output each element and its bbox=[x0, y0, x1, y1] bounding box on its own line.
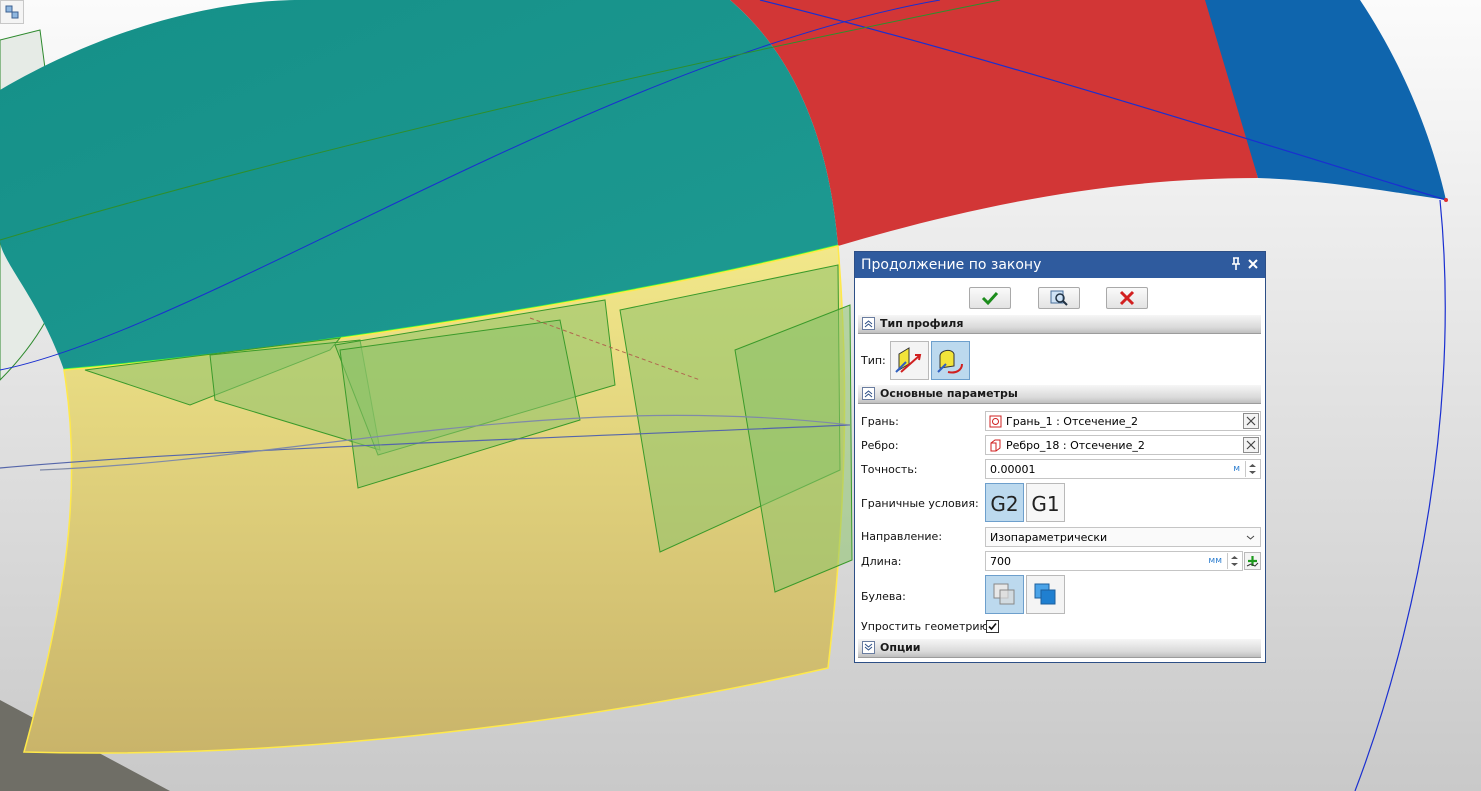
boundary-label: Граничные условия: bbox=[861, 497, 979, 510]
section-label: Тип профиля bbox=[880, 317, 964, 330]
cancel-button[interactable] bbox=[1106, 287, 1148, 309]
length-label: Длина: bbox=[861, 555, 902, 568]
boolean-label: Булева: bbox=[861, 590, 906, 603]
chevron-down-icon bbox=[1246, 535, 1255, 540]
spinner-arrows-icon bbox=[1249, 464, 1256, 474]
direction-value: Изопараметрически bbox=[990, 531, 1108, 544]
g1-button[interactable]: G1 bbox=[1026, 483, 1065, 522]
edge-label: Ребро: bbox=[861, 439, 899, 452]
ok-button[interactable] bbox=[969, 287, 1011, 309]
length-input[interactable]: 700 мм bbox=[985, 551, 1243, 571]
boolean-union-icon bbox=[1034, 583, 1056, 605]
face-label: Грань: bbox=[861, 415, 899, 428]
edge-field[interactable]: Ребро_18 : Отсечение_2 bbox=[985, 435, 1261, 455]
checkmark-icon bbox=[981, 291, 999, 306]
panel-title: Продолжение по закону bbox=[861, 257, 1042, 273]
spinner-arrows-icon bbox=[1231, 556, 1238, 566]
law-extension-panel: Продолжение по закону Тип профиля Тип: О… bbox=[854, 251, 1266, 663]
clear-icon bbox=[1246, 416, 1256, 426]
chevron-down-icon bbox=[862, 641, 875, 654]
checkmark-icon bbox=[988, 622, 997, 631]
length-spinner[interactable] bbox=[1227, 553, 1241, 569]
cube-icon bbox=[5, 5, 19, 19]
add-law-button[interactable] bbox=[1244, 552, 1261, 570]
profile-type-linear-button[interactable] bbox=[890, 341, 929, 380]
section-main-params[interactable]: Основные параметры bbox=[858, 385, 1261, 404]
plus-graph-icon bbox=[1246, 556, 1259, 567]
close-icon[interactable] bbox=[1246, 256, 1260, 272]
preview-button[interactable] bbox=[1038, 287, 1080, 309]
clear-edge-button[interactable] bbox=[1243, 437, 1259, 453]
section-label: Опции bbox=[880, 641, 921, 654]
precision-unit: м bbox=[1233, 464, 1240, 474]
precision-input[interactable]: 0.00001 м bbox=[985, 459, 1261, 479]
chevron-up-icon bbox=[862, 387, 875, 400]
profile-type-curved-button[interactable] bbox=[931, 341, 970, 380]
face-value: Грань_1 : Отсечение_2 bbox=[1006, 415, 1139, 428]
panel-titlebar[interactable]: Продолжение по закону bbox=[855, 252, 1265, 278]
face-icon bbox=[989, 415, 1002, 428]
direction-label: Направление: bbox=[861, 530, 943, 543]
precision-label: Точность: bbox=[861, 463, 918, 476]
section-options[interactable]: Опции bbox=[858, 639, 1261, 658]
cross-icon bbox=[1119, 290, 1135, 306]
clear-icon bbox=[1246, 440, 1256, 450]
simplify-label: Упростить геометрию: bbox=[861, 620, 993, 633]
section-label: Основные параметры bbox=[880, 387, 1018, 400]
direction-select[interactable]: Изопараметрически bbox=[985, 527, 1261, 547]
curved-profile-icon bbox=[937, 349, 963, 374]
boolean-union-button[interactable] bbox=[1026, 575, 1065, 614]
edge-icon bbox=[990, 439, 1001, 452]
simplify-checkbox[interactable] bbox=[986, 620, 999, 633]
length-value: 700 bbox=[990, 555, 1011, 568]
linear-profile-icon bbox=[895, 347, 922, 373]
chevron-up-icon bbox=[862, 317, 875, 330]
view-orientation-button[interactable] bbox=[0, 0, 24, 24]
precision-spinner[interactable] bbox=[1245, 461, 1259, 477]
edge-value: Ребро_18 : Отсечение_2 bbox=[1006, 439, 1145, 452]
section-profile-type[interactable]: Тип профиля bbox=[858, 315, 1261, 334]
g2-button[interactable]: G2 bbox=[985, 483, 1024, 522]
type-label: Тип: bbox=[861, 354, 886, 367]
g1-label: G1 bbox=[1031, 492, 1060, 516]
face-field[interactable]: Грань_1 : Отсечение_2 bbox=[985, 411, 1261, 431]
g2-label: G2 bbox=[990, 492, 1019, 516]
magnifier-icon bbox=[1050, 290, 1068, 306]
clear-face-button[interactable] bbox=[1243, 413, 1259, 429]
boolean-none-icon bbox=[993, 583, 1015, 605]
length-unit: мм bbox=[1208, 556, 1222, 566]
pin-icon[interactable] bbox=[1229, 256, 1243, 272]
precision-value: 0.00001 bbox=[990, 463, 1036, 476]
boolean-none-button[interactable] bbox=[985, 575, 1024, 614]
